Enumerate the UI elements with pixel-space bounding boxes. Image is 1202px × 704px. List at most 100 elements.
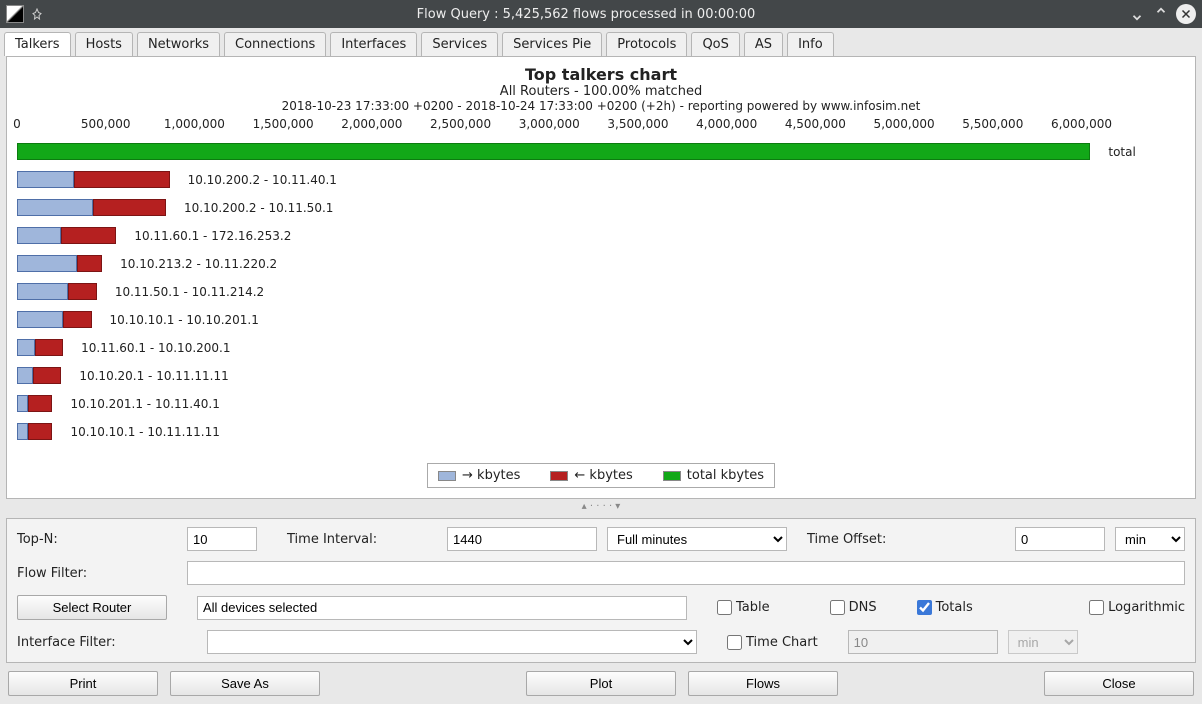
bar-group bbox=[17, 311, 92, 328]
flowfilter-input[interactable] bbox=[187, 561, 1185, 585]
axis-tick: 1,000,000 bbox=[164, 117, 225, 131]
interval-unit-select[interactable]: Full minutes bbox=[607, 527, 787, 551]
legend-in-label: ← kbytes bbox=[574, 468, 632, 483]
chart-row: 10.11.60.1 - 172.16.253.2 bbox=[17, 227, 1185, 244]
bar-out bbox=[17, 367, 33, 384]
window-title: Flow Query : 5,425,562 flows processed i… bbox=[50, 7, 1122, 22]
chart-plot: total 10.10.200.2 - 10.11.40.1 10.10.200.2… bbox=[17, 143, 1185, 453]
chart-legend: → kbytes ← kbytes total kbytes bbox=[427, 463, 775, 488]
legend-out-label: → kbytes bbox=[462, 468, 520, 483]
bar-label: 10.11.60.1 - 172.16.253.2 bbox=[134, 229, 291, 243]
plot-button[interactable]: Plot bbox=[526, 671, 676, 696]
chart-row: total bbox=[17, 143, 1185, 160]
bar-label: total bbox=[1108, 145, 1135, 159]
bar-in bbox=[35, 339, 63, 356]
bar-out bbox=[17, 423, 28, 440]
select-router-button[interactable]: Select Router bbox=[17, 595, 167, 620]
chart-subtitle: All Routers - 100.00% matched bbox=[17, 84, 1185, 99]
tab-services-pie[interactable]: Services Pie bbox=[502, 32, 602, 56]
axis-tick: 0 bbox=[13, 117, 21, 131]
bar-label: 10.10.200.2 - 10.11.50.1 bbox=[184, 201, 333, 215]
bar-label: 10.10.20.1 - 10.11.11.11 bbox=[79, 369, 228, 383]
bar-group bbox=[17, 143, 1090, 160]
iffilter-label: Interface Filter: bbox=[17, 635, 177, 650]
tab-talkers[interactable]: Talkers bbox=[4, 32, 71, 56]
bar-out bbox=[17, 283, 68, 300]
tab-interfaces[interactable]: Interfaces bbox=[330, 32, 417, 56]
tab-info[interactable]: Info bbox=[787, 32, 834, 56]
chart-row: 10.10.10.1 - 10.11.11.11 bbox=[17, 423, 1185, 440]
flows-button[interactable]: Flows bbox=[688, 671, 838, 696]
axis-tick: 1,500,000 bbox=[253, 117, 314, 131]
bar-out bbox=[17, 339, 35, 356]
totals-checkbox[interactable]: Totals bbox=[917, 600, 973, 615]
logarithmic-checkbox[interactable]: Logarithmic bbox=[1089, 600, 1185, 615]
bar-out bbox=[17, 255, 77, 272]
chart-timeframe: 2018-10-23 17:33:00 +0200 - 2018-10-24 1… bbox=[17, 99, 1185, 113]
router-selection-display[interactable] bbox=[197, 596, 687, 620]
chart-row: 10.10.200.2 - 10.11.40.1 bbox=[17, 171, 1185, 188]
chart-row: 10.10.20.1 - 10.11.11.11 bbox=[17, 367, 1185, 384]
dns-checkbox[interactable]: DNS bbox=[830, 600, 877, 615]
chart-axis: 0500,0001,000,0001,500,0002,000,0002,500… bbox=[17, 117, 1185, 139]
tab-networks[interactable]: Networks bbox=[137, 32, 220, 56]
tab-as[interactable]: AS bbox=[744, 32, 783, 56]
tab-bar: TalkersHostsNetworksConnectionsInterface… bbox=[0, 28, 1202, 56]
chart-title: Top talkers chart bbox=[17, 65, 1185, 84]
tab-services[interactable]: Services bbox=[421, 32, 498, 56]
legend-total-label: total kbytes bbox=[687, 468, 764, 483]
window-buttons bbox=[1128, 4, 1196, 24]
offset-label: Time Offset: bbox=[807, 532, 927, 547]
interval-input[interactable] bbox=[447, 527, 597, 551]
tab-hosts[interactable]: Hosts bbox=[75, 32, 133, 56]
tab-protocols[interactable]: Protocols bbox=[606, 32, 687, 56]
swatch-blue-icon bbox=[438, 471, 456, 481]
axis-tick: 3,000,000 bbox=[519, 117, 580, 131]
maximize-icon[interactable] bbox=[1152, 5, 1170, 23]
timechart-value-input bbox=[848, 630, 998, 654]
bar-out bbox=[17, 395, 28, 412]
legend-out: → kbytes bbox=[438, 468, 520, 483]
saveas-button[interactable]: Save As bbox=[170, 671, 320, 696]
timechart-checkbox[interactable]: Time Chart bbox=[727, 635, 818, 650]
button-bar: Print Save As Plot Flows Close bbox=[0, 663, 1202, 704]
close-button[interactable]: Close bbox=[1044, 671, 1194, 696]
chart-row: 10.11.60.1 - 10.10.200.1 bbox=[17, 339, 1185, 356]
offset-unit-select[interactable]: min bbox=[1115, 527, 1185, 551]
table-checkbox[interactable]: Table bbox=[717, 600, 770, 615]
form-panel: Top-N: Time Interval: Full minutes Time … bbox=[6, 518, 1196, 663]
tab-qos[interactable]: QoS bbox=[691, 32, 739, 56]
topn-input[interactable] bbox=[187, 527, 257, 551]
bar-in bbox=[28, 395, 53, 412]
chart-row: 10.11.50.1 - 10.11.214.2 bbox=[17, 283, 1185, 300]
timechart-unit-select: min bbox=[1008, 630, 1078, 654]
timechart-label: Time Chart bbox=[746, 635, 818, 650]
bar-out bbox=[17, 171, 74, 188]
bar-in bbox=[61, 227, 116, 244]
bar-group bbox=[17, 199, 166, 216]
minimize-icon[interactable] bbox=[1128, 5, 1146, 23]
bar-group bbox=[17, 283, 97, 300]
pin-icon[interactable] bbox=[30, 7, 44, 21]
bar-out bbox=[17, 199, 93, 216]
iffilter-select[interactable] bbox=[207, 630, 697, 654]
offset-input[interactable] bbox=[1015, 527, 1105, 551]
bar-group bbox=[17, 339, 63, 356]
print-button[interactable]: Print bbox=[8, 671, 158, 696]
axis-tick: 5,500,000 bbox=[962, 117, 1023, 131]
bar-label: 10.10.10.1 - 10.11.11.11 bbox=[70, 425, 219, 439]
bar-label: 10.10.201.1 - 10.11.40.1 bbox=[70, 397, 219, 411]
bar-out bbox=[17, 311, 63, 328]
flowfilter-label: Flow Filter: bbox=[17, 566, 177, 581]
titlebar: Flow Query : 5,425,562 flows processed i… bbox=[0, 0, 1202, 28]
totals-label: Totals bbox=[936, 600, 973, 615]
swatch-green-icon bbox=[663, 471, 681, 481]
log-label: Logarithmic bbox=[1108, 600, 1185, 615]
close-icon[interactable] bbox=[1176, 4, 1196, 24]
axis-tick: 500,000 bbox=[81, 117, 131, 131]
bar-out bbox=[17, 227, 61, 244]
tab-connections[interactable]: Connections bbox=[224, 32, 326, 56]
bar-in bbox=[93, 199, 166, 216]
dns-label: DNS bbox=[849, 600, 877, 615]
splitter-handle[interactable]: ▴ · · · · ▾ bbox=[0, 501, 1202, 512]
